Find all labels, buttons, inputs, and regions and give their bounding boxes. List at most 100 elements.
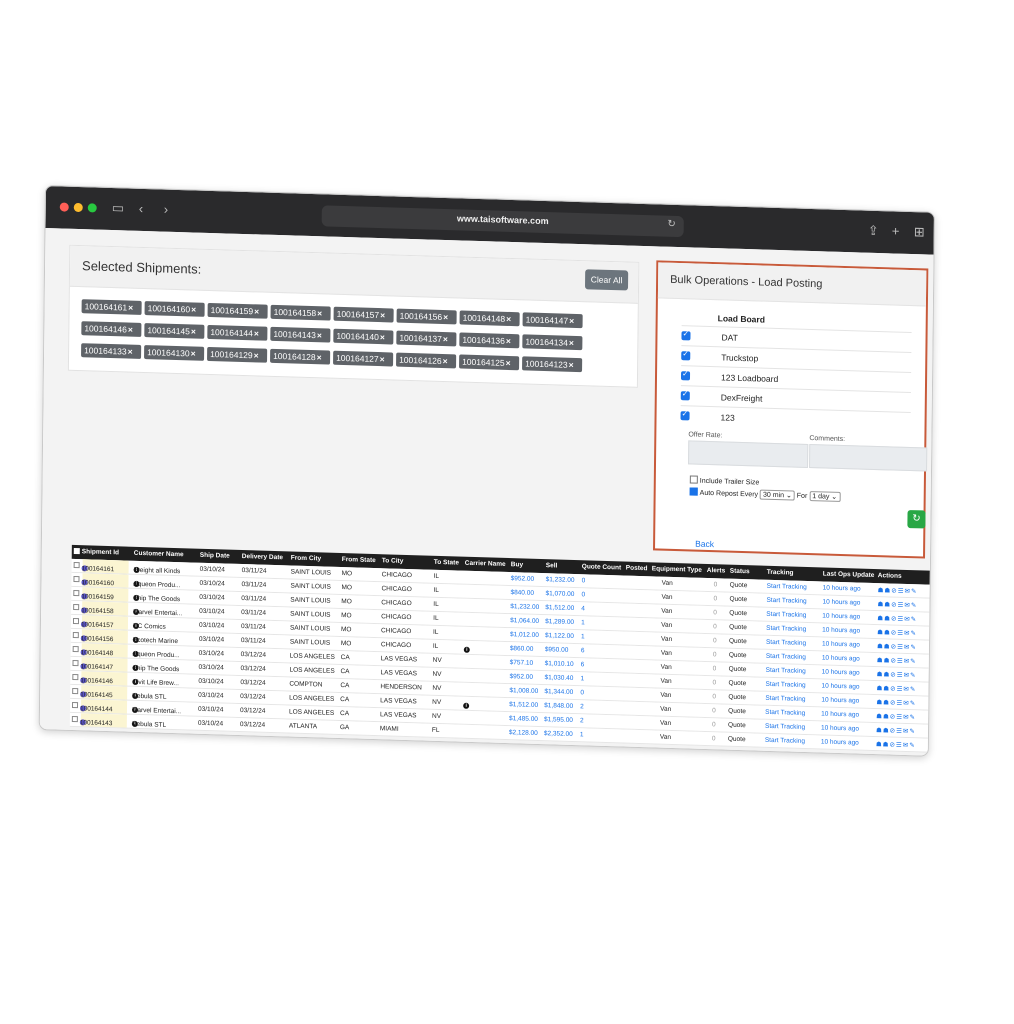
load-board-checkbox[interactable] xyxy=(681,331,691,341)
start-tracking-link[interactable]: Start Tracking xyxy=(765,737,805,745)
start-tracking-link[interactable]: Start Tracking xyxy=(766,597,806,605)
minimize-window-button[interactable] xyxy=(73,202,83,213)
shipment-chip[interactable]: 100164143× xyxy=(270,326,331,343)
share-icon[interactable]: ⇪ xyxy=(868,223,879,239)
remove-chip-icon[interactable]: × xyxy=(191,348,196,358)
column-header[interactable]: Carrier Name xyxy=(465,560,506,568)
shipment-chip[interactable]: 100164161× xyxy=(81,299,142,315)
shipment-chip[interactable]: 100164129× xyxy=(207,346,268,363)
shipment-id-link[interactable]: 100164146 xyxy=(80,677,113,685)
clear-all-button[interactable]: Clear All xyxy=(584,269,629,291)
shipment-chip[interactable]: 100164156× xyxy=(396,308,457,325)
refresh-button[interactable]: ↻ xyxy=(907,509,926,529)
start-tracking-link[interactable]: Start Tracking xyxy=(766,653,806,661)
load-board-checkbox[interactable] xyxy=(680,411,690,421)
row-checkbox[interactable] xyxy=(72,631,79,639)
shipment-chip[interactable]: 100164133× xyxy=(81,343,142,359)
shipment-chip[interactable]: 100164130× xyxy=(144,345,205,361)
shipment-id-link[interactable]: 100164161 xyxy=(82,565,115,573)
row-action-icons[interactable]: ☗☗⊘☰✉✎ xyxy=(876,698,916,707)
remove-chip-icon[interactable]: × xyxy=(191,326,196,336)
shipment-chip[interactable]: 100164159× xyxy=(207,302,268,319)
row-checkbox[interactable] xyxy=(72,645,79,653)
shipment-chip[interactable]: 100164127× xyxy=(333,350,394,367)
shipment-chip[interactable]: 100164125× xyxy=(459,354,520,371)
column-header[interactable]: Quote Count xyxy=(582,563,621,571)
load-board-checkbox[interactable] xyxy=(680,371,691,381)
load-board-checkbox[interactable] xyxy=(680,391,690,401)
column-header[interactable]: Delivery Date xyxy=(242,553,283,561)
column-header[interactable]: From City xyxy=(291,555,321,563)
shipment-chip[interactable]: 100164147× xyxy=(522,312,583,329)
column-header[interactable]: Posted xyxy=(626,565,648,573)
start-tracking-link[interactable]: Start Tracking xyxy=(765,709,805,717)
start-tracking-link[interactable]: Start Tracking xyxy=(766,639,806,647)
back-arrow-icon[interactable]: ‹ xyxy=(139,201,144,217)
shipment-id-link[interactable]: 100164145 xyxy=(80,691,113,699)
maximize-window-button[interactable] xyxy=(87,203,97,213)
column-header[interactable]: Ship Date xyxy=(200,552,230,560)
remove-chip-icon[interactable]: × xyxy=(191,304,196,314)
repost-duration-select[interactable]: 1 day ⌄ xyxy=(809,491,841,502)
remove-chip-icon[interactable]: × xyxy=(380,354,385,364)
shipment-chip[interactable]: 100164157× xyxy=(333,306,394,323)
start-tracking-link[interactable]: Start Tracking xyxy=(766,625,806,633)
forward-arrow-icon[interactable]: › xyxy=(164,202,169,218)
row-action-icons[interactable]: ☗☗⊘☰✉✎ xyxy=(876,740,916,749)
remove-chip-icon[interactable]: × xyxy=(443,356,448,366)
start-tracking-link[interactable]: Start Tracking xyxy=(766,667,806,675)
reload-icon[interactable]: ↻ xyxy=(667,219,676,230)
row-checkbox[interactable] xyxy=(72,617,80,625)
start-tracking-link[interactable]: Start Tracking xyxy=(767,583,807,591)
shipment-id-link[interactable]: 100164157 xyxy=(81,621,114,629)
remove-chip-icon[interactable]: × xyxy=(380,310,385,320)
remove-chip-icon[interactable]: × xyxy=(569,316,574,326)
address-bar[interactable]: www.taisoftware.com ↻ xyxy=(321,205,684,238)
remove-chip-icon[interactable]: × xyxy=(569,338,574,348)
row-action-icons[interactable]: ☗☗⊘☰✉✎ xyxy=(877,600,917,609)
column-header[interactable]: To State xyxy=(434,559,459,567)
shipment-id-link[interactable]: 100164159 xyxy=(81,593,114,601)
remove-chip-icon[interactable]: × xyxy=(569,360,574,370)
shipment-chip[interactable]: 100164146× xyxy=(81,321,142,337)
remove-chip-icon[interactable]: × xyxy=(506,336,511,346)
shipment-chip[interactable]: 100164148× xyxy=(459,310,520,327)
row-action-icons[interactable]: ☗☗⊘☰✉✎ xyxy=(877,670,917,679)
shipment-chip[interactable]: 100164158× xyxy=(270,304,331,321)
offer-rate-input[interactable] xyxy=(688,440,809,468)
column-header[interactable]: Status xyxy=(730,568,750,576)
remove-chip-icon[interactable]: × xyxy=(317,308,322,318)
load-board-checkbox[interactable] xyxy=(681,351,691,361)
row-action-icons[interactable]: ☗☗⊘☰✉✎ xyxy=(877,614,917,623)
shipment-chip[interactable]: 100164145× xyxy=(144,323,205,339)
shipment-chip[interactable]: 100164128× xyxy=(270,348,331,365)
remove-chip-icon[interactable]: × xyxy=(254,328,259,338)
row-action-icons[interactable]: ☗☗⊘☰✉✎ xyxy=(877,628,917,637)
remove-chip-icon[interactable]: × xyxy=(443,334,448,344)
column-header[interactable]: To City xyxy=(382,557,404,565)
row-checkbox[interactable] xyxy=(71,715,78,723)
shipment-id-link[interactable]: 100164156 xyxy=(81,635,114,643)
shipment-chip[interactable]: 100164126× xyxy=(396,352,457,369)
column-header[interactable]: Tracking xyxy=(767,569,794,577)
include-trailer-checkbox[interactable] xyxy=(689,475,698,484)
shipment-id-link[interactable]: 100164143 xyxy=(80,719,113,727)
row-checkbox[interactable] xyxy=(73,589,80,597)
select-all-checkbox[interactable] xyxy=(73,547,80,555)
row-action-icons[interactable]: ☗☗⊘☰✉✎ xyxy=(876,726,916,735)
row-checkbox[interactable] xyxy=(72,673,79,681)
shipment-id-link[interactable]: 100164148 xyxy=(81,649,114,657)
shipment-id-link[interactable]: 100164158 xyxy=(81,607,114,615)
auto-repost-checkbox[interactable] xyxy=(689,487,698,496)
shipment-chip[interactable]: 100164160× xyxy=(144,301,205,317)
shipment-chip[interactable]: 100164137× xyxy=(396,330,457,347)
row-checkbox[interactable] xyxy=(73,575,80,583)
row-checkbox[interactable] xyxy=(73,603,80,611)
column-header[interactable]: Alerts xyxy=(707,567,726,575)
row-checkbox[interactable] xyxy=(71,701,79,709)
row-action-icons[interactable]: ☗☗⊘☰✉✎ xyxy=(878,586,918,595)
shipment-chip[interactable]: 100164140× xyxy=(333,328,394,345)
remove-chip-icon[interactable]: × xyxy=(317,352,322,362)
shipment-id-link[interactable]: 100164144 xyxy=(80,705,113,713)
start-tracking-link[interactable]: Start Tracking xyxy=(765,681,805,689)
